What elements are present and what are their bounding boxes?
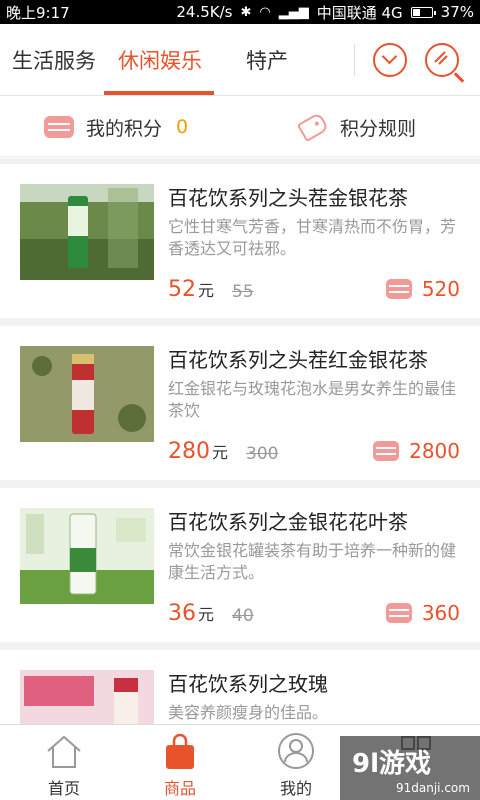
product-image [20, 670, 154, 724]
product-title: 百花饮系列之头茬红金银花茶 [168, 348, 428, 372]
status-bar: 晚上9:17 24.5K/s ✱ ◠ ▂▄▆ 中国联通 4G 37% [0, 0, 480, 24]
tab-leisure-entertainment[interactable]: 休闲娱乐 [118, 24, 202, 96]
battery-icon [410, 6, 436, 18]
product-item[interactable]: 百花饮系列之金银花花叶茶 常饮金银花罐装茶有助于培养一种新的健康生活方式。 36… [0, 488, 480, 642]
points-rules-button[interactable]: 积分规则 [296, 97, 417, 157]
active-tab-indicator [104, 91, 214, 95]
product-points: 2800 [373, 439, 460, 463]
product-description: 红金银花与玫瑰花泡水是男女养生的最佳茶饮 [168, 379, 457, 420]
watermark: 9l游戏 91danji.com [340, 736, 480, 800]
product-description: 美容养颜瘦身的佳品。 [168, 703, 329, 722]
product-price: 52 元 [168, 277, 215, 302]
product-original-price: 55 [232, 282, 254, 302]
product-original-price: 300 [246, 444, 279, 464]
category-tabs-bar: 生活服务 休闲娱乐 特产 [0, 24, 480, 96]
product-price: 36 元 [168, 601, 215, 626]
product-original-price: 40 [232, 606, 254, 626]
tabs-divider [354, 44, 355, 76]
product-image [20, 184, 154, 280]
product-points: 520 [385, 277, 460, 301]
svg-text:9l游戏: 9l游戏 [352, 749, 431, 779]
tab-life-services[interactable]: 生活服务 [12, 24, 96, 96]
search-button[interactable] [425, 43, 465, 83]
net-speed: 24.5K/s [176, 3, 233, 21]
product-title: 百花饮系列之头茬金银花茶 [168, 186, 408, 210]
points-bar: 我的积分 0 积分规则 [0, 97, 480, 157]
tab-specialties[interactable]: 特产 [246, 24, 288, 96]
product-list: 百花饮系列之头茬金银花茶 它性甘寒气芳香，甘寒清热而不伤胃，芳香透达又可祛邪。 … [0, 158, 480, 724]
nav-products[interactable]: 商品 [130, 725, 230, 800]
product-item[interactable]: 百花饮系列之头茬红金银花茶 红金银花与玫瑰花泡水是男女养生的最佳茶饮 280 元 … [0, 326, 480, 480]
my-points-value: 0 [176, 116, 189, 138]
product-item[interactable]: 百花饮系列之玫瑰 美容养颜瘦身的佳品。 [0, 650, 480, 724]
product-points: 360 [385, 601, 460, 625]
bluetooth-icon: ✱ [240, 4, 252, 20]
product-price: 280 元 [168, 439, 229, 464]
my-points-button[interactable]: 我的积分 0 [44, 97, 188, 157]
product-image [20, 508, 154, 604]
tag-icon [296, 111, 330, 143]
expand-categories-button[interactable] [373, 43, 407, 77]
product-description: 它性甘寒气芳香，甘寒清热而不伤胃，芳香透达又可祛邪。 [168, 217, 457, 258]
signal-icon: ▂▄▆ [278, 4, 309, 20]
user-icon [278, 733, 314, 769]
product-item[interactable]: 百花饮系列之头茬金银花茶 它性甘寒气芳香，甘寒清热而不伤胃，芳香透达又可祛邪。 … [0, 164, 480, 318]
chevron-down-icon [381, 48, 398, 65]
coins-icon [385, 279, 412, 299]
product-title: 百花饮系列之玫瑰 [168, 672, 328, 696]
my-points-label: 我的积分 [86, 117, 163, 140]
status-time: 晚上9:17 [6, 3, 70, 22]
points-rules-label: 积分规则 [340, 117, 417, 140]
nav-my[interactable]: 我的 [246, 725, 346, 800]
shopping-bag-icon [166, 733, 194, 769]
svg-text:91danji.com: 91danji.com [396, 781, 470, 795]
product-title: 百花饮系列之金银花花叶茶 [168, 510, 408, 534]
search-icon [434, 51, 448, 65]
carrier-label: 中国联通 4G [316, 3, 403, 22]
product-description: 常饮金银花罐装茶有助于培养一种新的健康生活方式。 [168, 541, 457, 582]
home-icon [47, 735, 81, 768]
coins-icon [44, 116, 74, 138]
coins-icon [385, 603, 412, 623]
product-image [20, 346, 154, 442]
coins-icon [373, 441, 400, 461]
wifi-icon: ◠ [259, 4, 271, 20]
battery-percent: 37% [440, 3, 474, 21]
watermark-logo: 9l游戏 91danji.com [340, 736, 480, 800]
nav-home[interactable]: 首页 [14, 725, 114, 800]
